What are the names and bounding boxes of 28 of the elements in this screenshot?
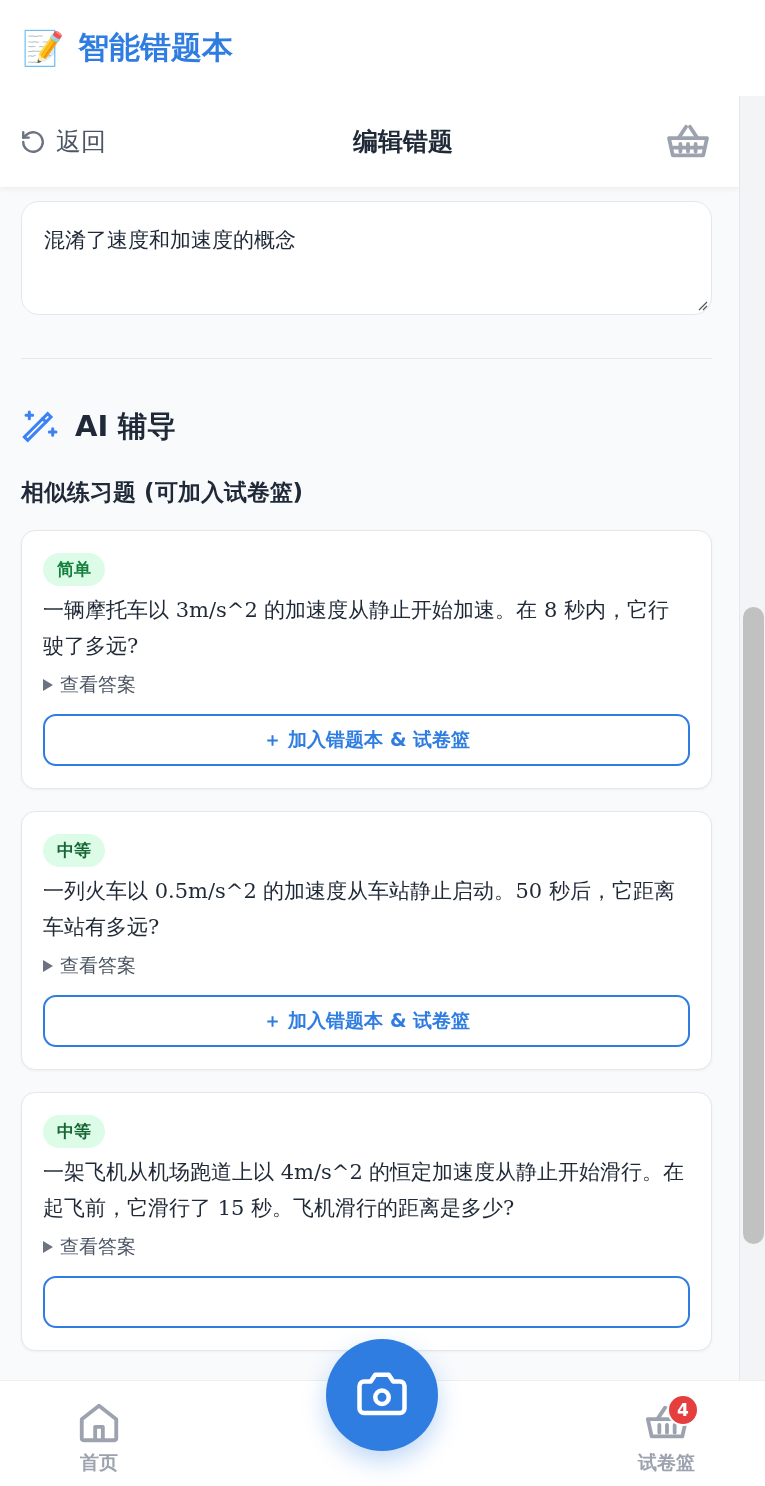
triangle-icon: [43, 679, 53, 691]
camera-button[interactable]: [326, 1339, 438, 1451]
camera-icon: [355, 1372, 409, 1418]
count-badge: 4: [667, 1393, 699, 1426]
page-title: 编辑错题: [351, 126, 454, 158]
back-button[interactable]: 返回: [20, 125, 160, 158]
difficulty-badge: 中等: [43, 834, 105, 867]
show-answer-toggle[interactable]: 查看答案: [43, 953, 136, 979]
note-text: 混淆了速度和加速度的概念: [44, 228, 296, 252]
difficulty-badge: 简单: [43, 553, 105, 586]
undo-icon: [20, 128, 46, 155]
triangle-icon: [43, 1241, 53, 1253]
memo-icon: 📝: [22, 31, 64, 65]
question-text: 一列火车以 0.5m/s^2 的加速度从车站静止启动。50 秒后，它距离车站有多远?: [43, 878, 676, 941]
resize-handle-icon[interactable]: [696, 299, 709, 311]
section-title: AI 辅导: [75, 408, 177, 445]
app-title: 智能错题本: [78, 28, 233, 67]
section-subtitle: 相似练习题 (可加入试卷篮): [21, 478, 305, 507]
note-field[interactable]: 混淆了速度和加速度的概念: [21, 201, 713, 315]
question-text: 一辆摩托车以 3m/s^2 的加速度从静止开始加速。在 8 秒内，它行驶了多远?: [43, 597, 671, 660]
add-to-basket-button[interactable]: [43, 1276, 691, 1328]
triangle-icon: [43, 960, 53, 972]
show-answer-toggle[interactable]: 查看答案: [43, 1234, 136, 1260]
question-text: 一架飞机从机场跑道上以 4m/s^2 的恒定加速度从静止开始滑行。在起飞前，它滑行了 15 秒。飞机滑行的距离是多少?: [43, 1159, 686, 1222]
add-to-basket-button[interactable]: ＋ 加入错题本 & 试卷篮: [43, 714, 691, 766]
show-answer-toggle[interactable]: 查看答案: [43, 672, 136, 698]
difficulty-badge: 中等: [43, 1115, 105, 1148]
add-to-basket-button[interactable]: ＋ 加入错题本 & 试卷篮: [43, 995, 691, 1047]
